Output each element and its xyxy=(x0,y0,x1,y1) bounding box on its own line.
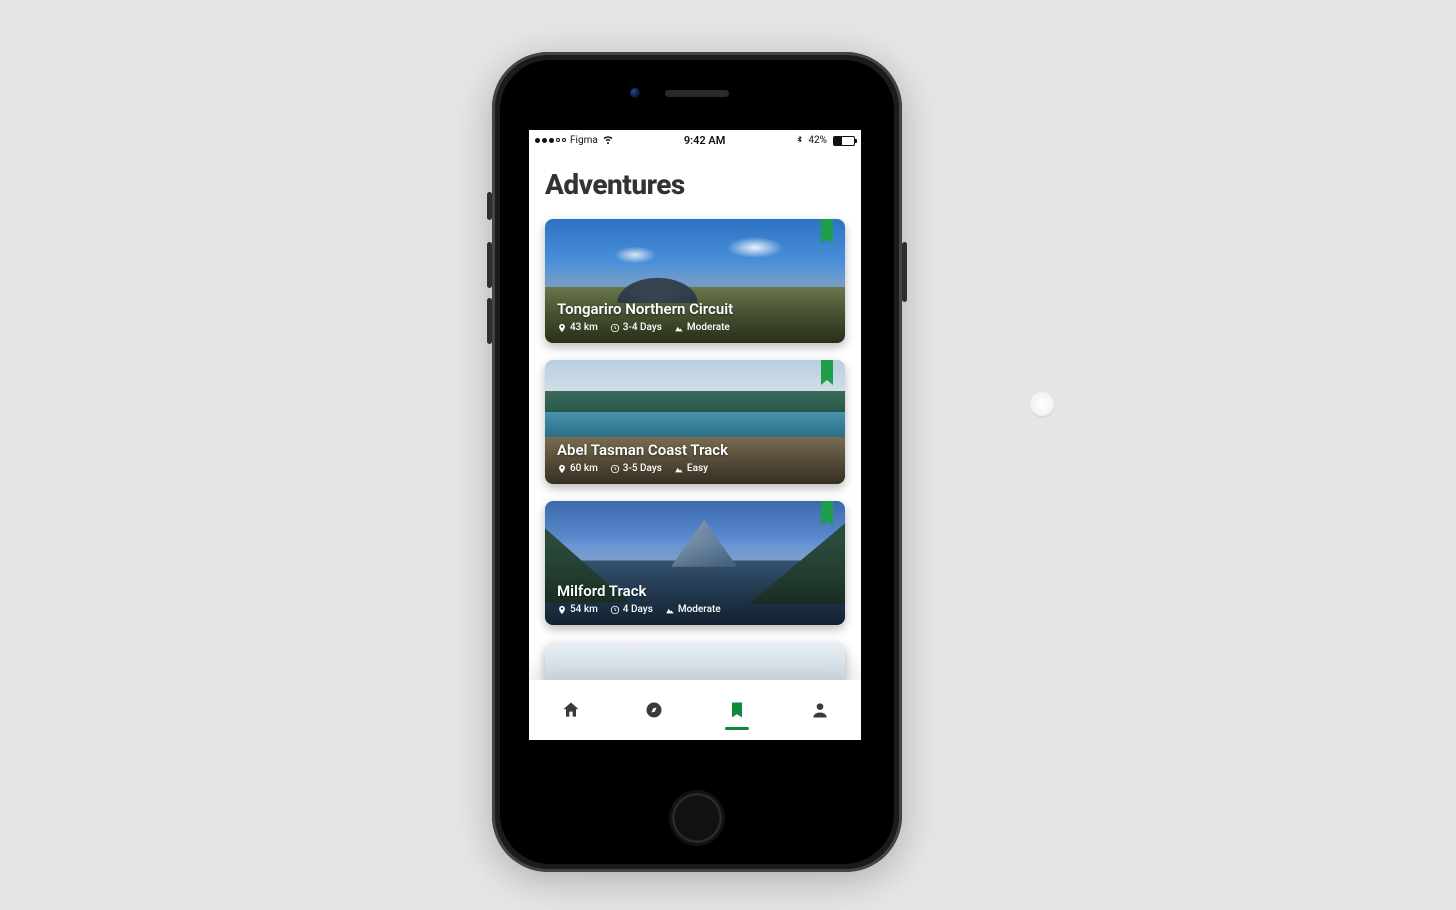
duration-meta: 3-4 Days xyxy=(610,322,662,333)
distance-meta: 54 km xyxy=(557,604,598,615)
difficulty-label: Easy xyxy=(687,463,708,474)
battery-percent-label: 42% xyxy=(808,135,827,146)
phone-screen: Figma 9:42 AM 42% Ad xyxy=(529,130,861,740)
content-area[interactable]: Adventures Tongariro Northern Circuit xyxy=(529,150,861,740)
distance-label: 60 km xyxy=(570,463,598,474)
clock-icon xyxy=(610,464,620,474)
pin-icon xyxy=(557,605,567,615)
pin-icon xyxy=(557,323,567,333)
earpiece-speaker xyxy=(665,90,729,97)
status-time: 9:42 AM xyxy=(684,134,726,147)
duration-meta: 4 Days xyxy=(610,604,653,615)
signal-strength-icon xyxy=(535,138,566,143)
volume-down-button xyxy=(487,298,492,344)
bookmark-icon xyxy=(727,700,747,720)
status-left: Figma xyxy=(535,133,614,148)
status-right: 42% xyxy=(795,134,855,148)
bookmark-icon[interactable] xyxy=(821,219,833,239)
clock-icon xyxy=(610,605,620,615)
bottom-tab-bar xyxy=(529,680,861,740)
duration-label: 3-5 Days xyxy=(623,463,662,474)
distance-meta: 43 km xyxy=(557,322,598,333)
difficulty-label: Moderate xyxy=(678,604,721,615)
home-button[interactable] xyxy=(669,790,725,846)
mountain-icon xyxy=(665,605,675,615)
mountain-icon xyxy=(674,323,684,333)
front-camera xyxy=(630,88,640,98)
distance-label: 54 km xyxy=(570,604,598,615)
duration-label: 3-4 Days xyxy=(623,322,662,333)
phone-device-frame: Figma 9:42 AM 42% Ad xyxy=(492,52,902,872)
compass-icon xyxy=(644,700,664,720)
duration-meta: 3-5 Days xyxy=(610,463,662,474)
page-title: Adventures xyxy=(545,168,845,201)
card-info: Milford Track 54 km 4 Days xyxy=(557,582,833,615)
adventure-card[interactable] xyxy=(545,642,845,682)
card-meta: 60 km 3-5 Days Easy xyxy=(557,463,833,474)
difficulty-meta: Easy xyxy=(674,463,708,474)
distance-label: 43 km xyxy=(570,322,598,333)
adventure-card[interactable]: Tongariro Northern Circuit 43 km 3-4 Day… xyxy=(545,219,845,343)
difficulty-meta: Moderate xyxy=(665,604,721,615)
card-meta: 43 km 3-4 Days Moderate xyxy=(557,322,833,333)
home-icon xyxy=(561,700,581,720)
volume-up-button xyxy=(487,242,492,288)
duration-label: 4 Days xyxy=(623,604,653,615)
mountain-icon xyxy=(674,464,684,474)
status-bar: Figma 9:42 AM 42% xyxy=(529,130,861,150)
battery-fill xyxy=(834,137,842,145)
adventure-card-list: Tongariro Northern Circuit 43 km 3-4 Day… xyxy=(545,219,845,682)
bluetooth-icon xyxy=(795,134,804,148)
card-meta: 54 km 4 Days Moderate xyxy=(557,604,833,615)
pin-icon xyxy=(557,464,567,474)
difficulty-label: Moderate xyxy=(687,322,730,333)
difficulty-meta: Moderate xyxy=(674,322,730,333)
card-title: Abel Tasman Coast Track xyxy=(557,441,833,459)
wifi-icon xyxy=(602,133,614,148)
bookmark-icon[interactable] xyxy=(821,360,833,380)
card-info: Tongariro Northern Circuit 43 km 3-4 Day… xyxy=(557,300,833,333)
tab-home[interactable] xyxy=(529,680,612,740)
cursor-indicator xyxy=(1030,392,1054,416)
card-title: Milford Track xyxy=(557,582,833,600)
card-info: Abel Tasman Coast Track 60 km 3-5 Days xyxy=(557,441,833,474)
card-title: Tongariro Northern Circuit xyxy=(557,300,833,318)
adventure-card[interactable]: Milford Track 54 km 4 Days xyxy=(545,501,845,625)
phone-bezel: Figma 9:42 AM 42% Ad xyxy=(500,60,894,864)
distance-meta: 60 km xyxy=(557,463,598,474)
bookmark-icon[interactable] xyxy=(821,501,833,521)
tab-profile[interactable] xyxy=(778,680,861,740)
tab-bookmarks[interactable] xyxy=(695,680,778,740)
power-button xyxy=(902,242,907,302)
mute-switch xyxy=(487,192,492,220)
person-icon xyxy=(810,700,830,720)
tab-explore[interactable] xyxy=(612,680,695,740)
clock-icon xyxy=(610,323,620,333)
battery-icon xyxy=(833,136,855,146)
adventure-card[interactable]: Abel Tasman Coast Track 60 km 3-5 Days xyxy=(545,360,845,484)
carrier-label: Figma xyxy=(570,135,598,146)
card-image xyxy=(545,642,845,682)
